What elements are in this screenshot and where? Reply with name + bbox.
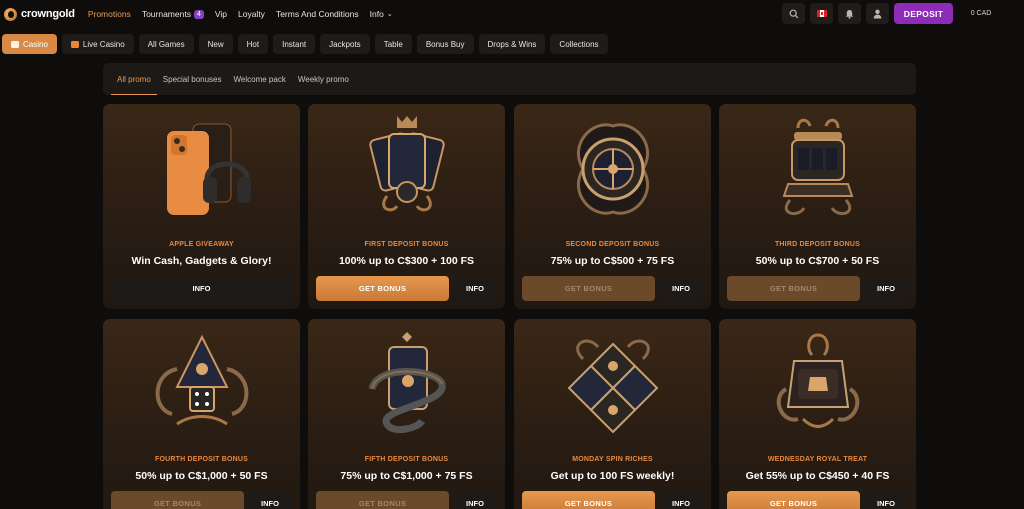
nav-tournaments-label: Tournaments [141,9,191,19]
category-bonus-buy[interactable]: Bonus Buy [416,34,474,54]
crown-logo-icon [4,7,17,21]
category-casino[interactable]: Casino [2,34,57,54]
category-instant[interactable]: Instant [273,34,316,54]
card-subtitle: FIRST DEPOSIT BONUS [364,241,449,248]
promo-tabs: All promo Special bonuses Welcome pack W… [103,63,916,95]
promo-card: FIFTH DEPOSIT BONUS 75% up to C$1,000 + … [308,319,505,509]
card-title: 50% up to C$700 + 50 FS [755,255,880,267]
card-title: Get up to 100 FS weekly! [550,470,675,482]
tournaments-count-badge: 4 [193,9,204,19]
info-button[interactable]: INFO [453,276,497,301]
info-button[interactable]: INFO [864,276,908,301]
nav-info-label: Info [369,9,384,19]
promo-card: FIRST DEPOSIT BONUS 100% up to C$300 + 1… [308,104,505,309]
promo-card: FOURTH DEPOSIT BONUS 50% up to C$1,000 +… [103,319,300,509]
canada-flag-icon [816,10,827,17]
card-subtitle: APPLE GIVEAWAY [169,241,234,248]
card-subtitle: THIRD DEPOSIT BONUS [774,241,861,248]
nav-loyalty[interactable]: Loyalty [238,9,265,19]
card-title: Get 55% up to C$450 + 40 FS [745,470,890,482]
bell-icon [845,9,854,19]
card-title: 50% up to C$1,000 + 50 FS [135,470,268,482]
card-subtitle: FIFTH DEPOSIT BONUS [364,456,449,463]
nav-info[interactable]: Info ⌄ [370,9,393,19]
get-bonus-button[interactable]: GET BONUS [522,276,655,301]
get-bonus-button[interactable]: GET BONUS [522,491,655,509]
live-icon [70,40,79,48]
info-button[interactable]: INFO [248,491,292,509]
promo-card: WEDNESDAY ROYAL TREAT Get 55% up to C$45… [719,319,916,509]
get-bonus-button[interactable]: GET BONUS [316,276,449,301]
get-bonus-button[interactable]: GET BONUS [111,491,244,509]
slot-emblem-art [719,104,916,234]
category-collections[interactable]: Collections [550,34,608,54]
dice-emblem-art [103,319,300,449]
promo-card: SECOND DEPOSIT BONUS 75% up to C$500 + 7… [514,104,711,309]
promo-card: MONDAY SPIN RICHES Get up to 100 FS week… [514,319,711,509]
diamond-emblem-art [514,319,711,449]
language-button[interactable] [810,3,833,24]
card-subtitle: SECOND DEPOSIT BONUS [565,241,660,248]
get-bonus-button[interactable]: GET BONUS [316,491,449,509]
nav-vip[interactable]: Vip [215,9,227,19]
get-bonus-button[interactable]: GET BONUS [727,491,860,509]
tab-special-bonuses[interactable]: Special bonuses [157,63,228,95]
chevron-down-icon: ⌄ [386,11,393,18]
get-bonus-button[interactable]: GET BONUS [727,276,860,301]
card-title: 75% up to C$500 + 75 FS [550,255,675,267]
brand-logo[interactable]: crowngold [4,7,75,21]
info-button[interactable]: INFO [453,491,497,509]
casino-icon [11,40,19,48]
tab-all-promo[interactable]: All promo [111,63,157,95]
card-snake-emblem-art [308,319,505,449]
nav-tournaments[interactable]: Tournaments 4 [142,9,204,19]
cards-emblem-art [308,104,505,234]
category-jackpots[interactable]: Jackpots [320,34,370,54]
roulette-emblem-art [514,104,711,234]
category-label: Live Casino [82,39,125,49]
card-subtitle: FOURTH DEPOSIT BONUS [154,456,249,463]
card-subtitle: MONDAY SPIN RICHES [572,456,653,463]
category-all-games[interactable]: All Games [138,34,194,54]
category-new[interactable]: New [198,34,233,54]
top-nav: crowngold Promotions Tournaments 4 Vip L… [0,0,1024,28]
card-title: Win Cash, Gadgets & Glory! [131,255,272,267]
deposit-button[interactable]: DEPOSIT [894,3,953,24]
brand-name: crowngold [21,8,75,20]
search-button[interactable] [782,3,805,24]
info-button[interactable]: INFO [864,491,908,509]
phone-headphones-art [103,104,300,234]
card-title: 100% up to C$300 + 100 FS [338,255,475,267]
info-button[interactable]: INFO [111,276,292,301]
balance-display[interactable]: 0 CAD [958,3,1004,24]
notifications-button[interactable] [838,3,861,24]
category-table[interactable]: Table [374,34,412,54]
tab-weekly-promo[interactable]: Weekly promo [292,63,355,95]
chest-emblem-art [719,319,916,449]
category-bar: Casino Live Casino All Games New Hot Ins… [2,34,608,54]
promo-card: THIRD DEPOSIT BONUS 50% up to C$700 + 50… [719,104,916,309]
category-label: Casino [23,39,48,49]
user-icon [873,9,882,18]
card-title: 75% up to C$1,000 + 75 FS [340,470,473,482]
info-button[interactable]: INFO [659,491,703,509]
category-drops-wins[interactable]: Drops & Wins [478,34,546,54]
nav-terms[interactable]: Terms And Conditions [276,9,359,19]
card-subtitle: WEDNESDAY ROYAL TREAT [767,456,868,463]
search-icon [789,9,798,18]
nav-promotions[interactable]: Promotions [88,9,131,19]
profile-button[interactable] [866,3,889,24]
promo-card: APPLE GIVEAWAY Win Cash, Gadgets & Glory… [103,104,300,309]
category-hot[interactable]: Hot [237,34,269,54]
info-button[interactable]: INFO [659,276,703,301]
tab-welcome-pack[interactable]: Welcome pack [228,63,292,95]
category-live-casino[interactable]: Live Casino [61,34,134,54]
